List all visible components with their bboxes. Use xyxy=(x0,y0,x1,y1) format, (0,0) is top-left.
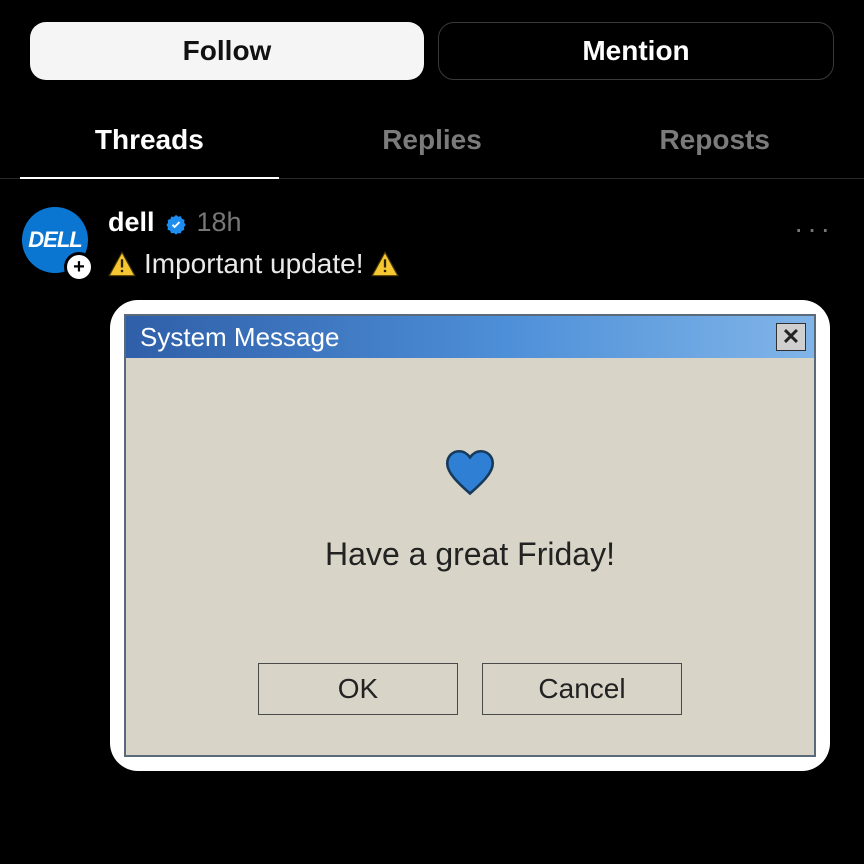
dialog-message: Have a great Friday! xyxy=(146,536,794,573)
tab-reposts[interactable]: Reposts xyxy=(573,98,856,178)
warning-icon xyxy=(371,251,399,277)
verified-badge-icon xyxy=(165,212,187,234)
tab-replies[interactable]: Replies xyxy=(291,98,574,178)
add-post-icon[interactable]: + xyxy=(64,252,94,282)
dialog-cancel-button[interactable]: Cancel xyxy=(482,663,682,715)
dialog-button-row: OK Cancel xyxy=(146,663,794,715)
avatar-wrap[interactable]: DELL + xyxy=(22,207,96,280)
dialog-title: System Message xyxy=(140,322,339,353)
mention-button[interactable]: Mention xyxy=(438,22,834,80)
username[interactable]: dell xyxy=(108,207,155,238)
dialog-window: System Message ✕ Have a great Friday! OK… xyxy=(124,314,816,757)
post-text: Important update! xyxy=(144,248,363,280)
post-body: dell 18h Important update! xyxy=(96,207,842,280)
dialog-titlebar: System Message ✕ xyxy=(126,316,814,358)
post-header: dell 18h xyxy=(108,207,842,238)
dialog-body: Have a great Friday! OK Cancel xyxy=(126,358,814,755)
profile-tabs: Threads Replies Reposts xyxy=(0,98,864,179)
thread-post: DELL + dell 18h Important update! ··· xyxy=(0,179,864,280)
profile-action-row: Follow Mention xyxy=(0,0,864,98)
post-media[interactable]: System Message ✕ Have a great Friday! OK… xyxy=(110,300,830,771)
dialog-ok-button[interactable]: OK xyxy=(258,663,458,715)
tab-threads[interactable]: Threads xyxy=(8,98,291,178)
post-text-row: Important update! xyxy=(108,238,842,280)
heart-icon xyxy=(444,448,496,496)
post-timestamp: 18h xyxy=(197,207,242,238)
post-more-button[interactable]: ··· xyxy=(794,213,834,245)
dialog-close-button[interactable]: ✕ xyxy=(776,323,806,351)
warning-icon xyxy=(108,251,136,277)
follow-button[interactable]: Follow xyxy=(30,22,424,80)
